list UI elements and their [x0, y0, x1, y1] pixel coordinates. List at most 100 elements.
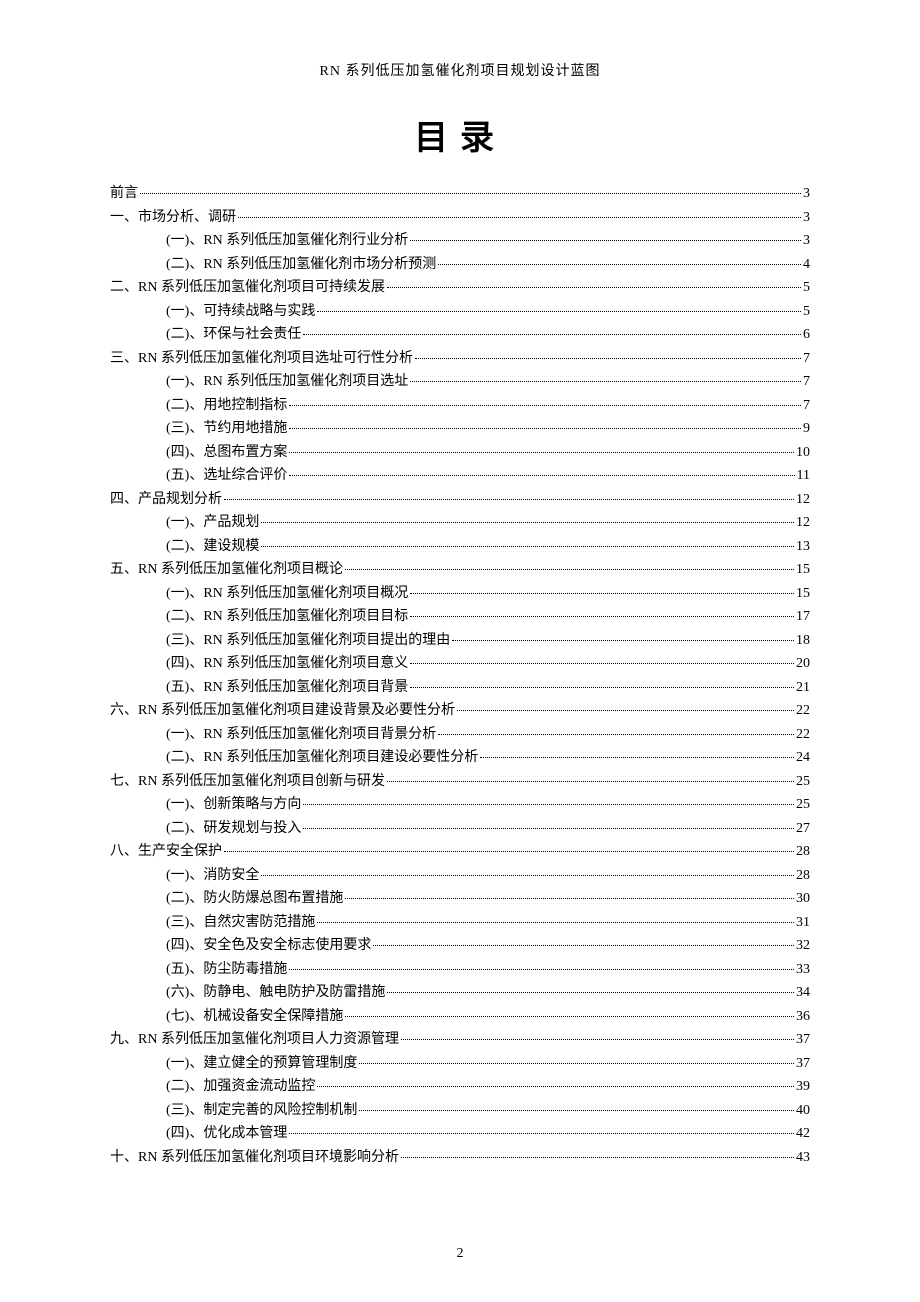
toc-entry-label: (五)、防尘防毒措施	[166, 963, 287, 977]
toc-leader-dots	[410, 687, 794, 688]
toc-entry[interactable]: 五、RN 系列低压加氢催化剂项目概论 15	[110, 563, 810, 577]
toc-entry-page: 43	[796, 1151, 810, 1165]
toc-entry-label: 十、RN 系列低压加氢催化剂项目环境影响分析	[110, 1151, 399, 1165]
toc-entry[interactable]: (四)、RN 系列低压加氢催化剂项目意义20	[110, 657, 810, 671]
toc-entry-label: (一)、产品规划	[166, 516, 259, 530]
toc-entry[interactable]: (三)、制定完善的风险控制机制40	[110, 1104, 810, 1118]
page-number: 2	[0, 1246, 920, 1262]
toc-leader-dots	[224, 851, 794, 852]
toc-entry[interactable]: (五)、防尘防毒措施33	[110, 963, 810, 977]
toc-entry-page: 12	[796, 493, 810, 507]
toc-leader-dots	[410, 663, 794, 664]
toc-entry[interactable]: 六、RN 系列低压加氢催化剂项目建设背景及必要性分析22	[110, 704, 810, 718]
toc-entry-page: 28	[796, 869, 810, 883]
toc-entry[interactable]: (五)、选址综合评价11	[110, 469, 810, 483]
toc-entry[interactable]: (二)、用地控制指标7	[110, 399, 810, 413]
toc-leader-dots	[359, 1063, 794, 1064]
toc-leader-dots	[387, 287, 801, 288]
toc-entry[interactable]: 二、RN 系列低压加氢催化剂项目可持续发展5	[110, 281, 810, 295]
toc-entry-page: 6	[803, 328, 810, 342]
toc-leader-dots	[401, 1157, 794, 1158]
toc-entry[interactable]: 四、产品规划分析12	[110, 493, 810, 507]
toc-entry-label: (一)、RN 系列低压加氢催化剂项目背景分析	[166, 728, 436, 742]
toc-leader-dots	[401, 1039, 794, 1040]
toc-entry-page: 37	[796, 1057, 810, 1071]
toc-entry[interactable]: 三、RN 系列低压加氢催化剂项目选址可行性分析7	[110, 352, 810, 366]
toc-leader-dots	[410, 616, 794, 617]
toc-entry-page: 10	[796, 446, 810, 460]
toc-entry[interactable]: (二)、研发规划与投入27	[110, 822, 810, 836]
toc-entry-page: 7	[803, 375, 810, 389]
toc-entry-label: (二)、RN 系列低压加氢催化剂市场分析预测	[166, 258, 436, 272]
toc-leader-dots	[410, 381, 801, 382]
toc-title: 目录	[110, 110, 810, 159]
toc-entry[interactable]: (一)、建立健全的预算管理制度 37	[110, 1057, 810, 1071]
toc-entry[interactable]: 八、生产安全保护28	[110, 845, 810, 859]
toc-entry-page: 37	[796, 1033, 810, 1047]
toc-entry[interactable]: (二)、建设规模13	[110, 540, 810, 554]
toc-entry-label: 五、RN 系列低压加氢催化剂项目概论	[110, 563, 343, 577]
toc-entry[interactable]: (二)、防火防爆总图布置措施30	[110, 892, 810, 906]
toc-entry-page: 36	[796, 1010, 810, 1024]
toc-entry[interactable]: (二)、环保与社会责任6	[110, 328, 810, 342]
toc-entry[interactable]: 前言3	[110, 187, 810, 201]
toc-leader-dots	[317, 311, 801, 312]
toc-entry[interactable]: (二)、RN 系列低压加氢催化剂市场分析预测4	[110, 258, 810, 272]
toc-entry[interactable]: (一)、RN 系列低压加氢催化剂行业分析3	[110, 234, 810, 248]
toc-entry[interactable]: 七、RN 系列低压加氢催化剂项目创新与研发25	[110, 775, 810, 789]
toc-entry-label: (一)、建立健全的预算管理制度	[166, 1057, 357, 1071]
toc-entry-page: 3	[803, 187, 810, 201]
toc-leader-dots	[289, 428, 801, 429]
toc-entry[interactable]: 十、RN 系列低压加氢催化剂项目环境影响分析 43	[110, 1151, 810, 1165]
toc-leader-dots	[373, 945, 794, 946]
toc-leader-dots	[410, 593, 794, 594]
toc-entry[interactable]: (一)、消防安全 28	[110, 869, 810, 883]
toc-entry[interactable]: (四)、优化成本管理 42	[110, 1127, 810, 1141]
toc-entry[interactable]: (三)、节约用地措施9	[110, 422, 810, 436]
toc-entry-page: 22	[796, 704, 810, 718]
toc-entry[interactable]: (一)、产品规划 12	[110, 516, 810, 530]
toc-entry[interactable]: (七)、机械设备安全保障措施36	[110, 1010, 810, 1024]
toc-entry[interactable]: (四)、总图布置方案10	[110, 446, 810, 460]
toc-entry-page: 15	[796, 563, 810, 577]
toc-entry-label: (一)、RN 系列低压加氢催化剂项目概况	[166, 587, 408, 601]
toc-entry[interactable]: 一、市场分析、调研 3	[110, 211, 810, 225]
toc-entry-label: (二)、防火防爆总图布置措施	[166, 892, 343, 906]
toc-entry-page: 27	[796, 822, 810, 836]
toc-entry[interactable]: (一)、RN 系列低压加氢催化剂项目背景分析22	[110, 728, 810, 742]
toc-entry[interactable]: (三)、RN 系列低压加氢催化剂项目提出的理由18	[110, 634, 810, 648]
toc-entry-label: 一、市场分析、调研	[110, 211, 236, 225]
toc-entry[interactable]: (一)、可持续战略与实践5	[110, 305, 810, 319]
toc-entry-page: 25	[796, 798, 810, 812]
toc-entry-label: (三)、RN 系列低压加氢催化剂项目提出的理由	[166, 634, 450, 648]
toc-entry-page: 12	[796, 516, 810, 530]
toc-entry[interactable]: (二)、RN 系列低压加氢催化剂项目建设必要性分析24	[110, 751, 810, 765]
toc-entry-page: 42	[796, 1127, 810, 1141]
toc-leader-dots	[452, 640, 794, 641]
toc-entry[interactable]: (二)、加强资金流动监控39	[110, 1080, 810, 1094]
toc-entry[interactable]: (一)、RN 系列低压加氢催化剂项目选址7	[110, 375, 810, 389]
toc-leader-dots	[345, 1016, 794, 1017]
toc-entry-label: (四)、优化成本管理	[166, 1127, 287, 1141]
toc-entry[interactable]: (一)、RN 系列低压加氢催化剂项目概况15	[110, 587, 810, 601]
toc-leader-dots	[410, 240, 801, 241]
toc-entry-label: (五)、选址综合评价	[166, 469, 287, 483]
toc-leader-dots	[438, 264, 801, 265]
toc-entry[interactable]: 九、RN 系列低压加氢催化剂项目人力资源管理37	[110, 1033, 810, 1047]
toc-entry-page: 3	[803, 211, 810, 225]
toc-leader-dots	[303, 828, 794, 829]
toc-entry[interactable]: (四)、安全色及安全标志使用要求32	[110, 939, 810, 953]
toc-leader-dots	[261, 875, 794, 876]
toc-entry-label: (二)、RN 系列低压加氢催化剂项目建设必要性分析	[166, 751, 478, 765]
toc-entry[interactable]: (一)、创新策略与方向25	[110, 798, 810, 812]
toc-entry[interactable]: (二)、RN 系列低压加氢催化剂项目目标17	[110, 610, 810, 624]
toc-entry-label: (二)、建设规模	[166, 540, 259, 554]
toc-entry[interactable]: (三)、自然灾害防范措施31	[110, 916, 810, 930]
toc-leader-dots	[289, 475, 794, 476]
toc-entry-page: 25	[796, 775, 810, 789]
toc-entry[interactable]: (六)、防静电、触电防护及防雷措施34	[110, 986, 810, 1000]
toc-leader-dots	[261, 546, 794, 547]
toc-leader-dots	[345, 569, 794, 570]
toc-entry-label: (一)、消防安全	[166, 869, 259, 883]
toc-entry[interactable]: (五)、RN 系列低压加氢催化剂项目背景21	[110, 681, 810, 695]
